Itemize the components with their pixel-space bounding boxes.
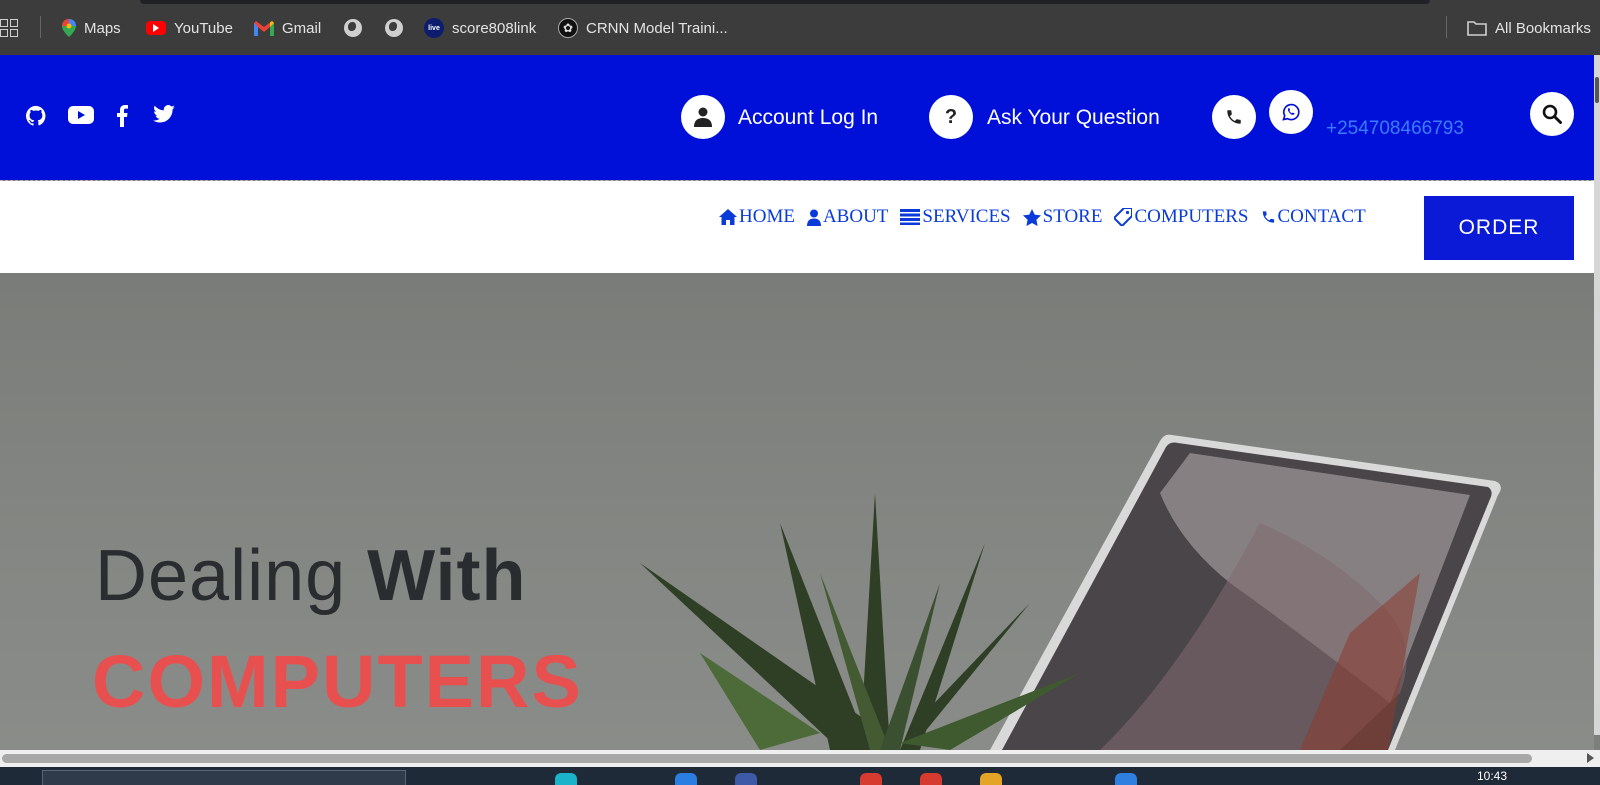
home-icon — [719, 209, 737, 225]
nav-label: COMPUTERS — [1134, 206, 1249, 227]
all-bookmarks-label: All Bookmarks — [1495, 19, 1591, 37]
site-top-bar: Account Log In ? Ask Your Question +2547… — [0, 55, 1594, 180]
bookmark-gmail[interactable]: Gmail — [254, 16, 321, 40]
taskbar-clock[interactable]: 10:43 — [1477, 769, 1507, 783]
server-icon — [900, 209, 921, 225]
nav-about[interactable]: ABOUT — [806, 206, 889, 228]
live-icon: live — [424, 18, 444, 38]
hero-heading-line2: COMPUTERS — [92, 640, 583, 723]
facebook-icon[interactable] — [115, 105, 128, 127]
nav-label: CONTACT — [1277, 206, 1366, 227]
bookmarks-separator — [1446, 16, 1447, 38]
nav-label: SERVICES — [922, 206, 1011, 227]
main-nav: HOME ABOUT SERVICES STORE COMPUTERS CONT… — [719, 206, 1366, 228]
star-icon — [1022, 208, 1041, 226]
nav-label: HOME — [739, 206, 795, 227]
hero-banner: Dealing With COMPUTERS — [0, 273, 1594, 750]
bookmark-maps[interactable]: Maps — [62, 16, 121, 40]
tab-strip-edge — [140, 0, 1430, 4]
horizontal-scrollbar[interactable] — [0, 750, 1600, 767]
account-icon[interactable] — [681, 95, 725, 139]
twitter-icon[interactable] — [153, 105, 175, 123]
apps-grid-icon[interactable] — [0, 19, 18, 37]
search-icon[interactable] — [1530, 92, 1574, 136]
taskbar-app-icon[interactable] — [675, 773, 697, 785]
os-taskbar: 10:43 — [0, 767, 1600, 785]
ask-question-link[interactable]: Ask Your Question — [987, 106, 1160, 130]
taskbar-search-box[interactable] — [42, 770, 406, 785]
folder-icon — [1467, 20, 1487, 36]
main-navbar: HOME ABOUT SERVICES STORE COMPUTERS CONT… — [0, 181, 1594, 273]
vertical-scrollbar[interactable] — [1594, 55, 1600, 735]
bookmarks-separator — [40, 16, 41, 38]
hero-heading-bold: With — [367, 536, 527, 616]
nav-label: ABOUT — [822, 206, 889, 227]
nav-label: STORE — [1042, 206, 1103, 227]
hero-heading-light: Dealing — [95, 536, 368, 616]
gmail-icon — [254, 20, 274, 36]
tag-icon — [1114, 208, 1133, 226]
taskbar-app-icon[interactable] — [860, 773, 882, 785]
globe-icon — [344, 19, 362, 37]
bookmark-label: score808link — [452, 19, 537, 37]
nav-home[interactable]: HOME — [719, 206, 795, 228]
github-icon[interactable] — [25, 105, 47, 127]
phone-icon[interactable] — [1212, 95, 1256, 139]
taskbar-app-icon[interactable] — [920, 773, 942, 785]
hero-heading-line1: Dealing With — [95, 535, 526, 617]
all-bookmarks-button[interactable]: All Bookmarks — [1467, 16, 1591, 40]
scrollbar-thumb[interactable] — [2, 754, 1532, 763]
bookmark-label: Maps — [84, 19, 121, 37]
bookmark-label: Gmail — [282, 19, 322, 37]
taskbar-app-icon[interactable] — [1115, 773, 1137, 785]
whatsapp-icon[interactable] — [1269, 90, 1313, 134]
bookmark-globe-1[interactable] — [344, 16, 362, 40]
bookmark-label: YouTube — [174, 19, 233, 37]
phone-number-link[interactable]: +254708466793 — [1326, 118, 1464, 140]
bookmark-score808link[interactable]: live score808link — [424, 16, 536, 40]
account-login-link[interactable]: Account Log In — [738, 106, 878, 130]
bookmark-label: CRNN Model Traini... — [586, 19, 728, 37]
nav-store[interactable]: STORE — [1022, 206, 1103, 228]
user-icon — [806, 209, 821, 226]
order-button[interactable]: ORDER — [1424, 196, 1574, 260]
question-icon[interactable]: ? — [929, 95, 973, 139]
taskbar-app-icon[interactable] — [555, 773, 577, 785]
bookmarks-bar: Maps YouTube Gmail live score808link ✿ C… — [0, 0, 1600, 55]
nav-computers[interactable]: COMPUTERS — [1114, 206, 1249, 228]
maps-pin-icon — [62, 19, 76, 37]
nav-contact[interactable]: CONTACT — [1261, 206, 1366, 228]
taskbar-app-icon[interactable] — [735, 773, 757, 785]
taskbar-app-icon[interactable] — [980, 773, 1002, 785]
globe-icon — [385, 19, 403, 37]
bookmark-globe-2[interactable] — [385, 16, 403, 40]
bookmark-youtube[interactable]: YouTube — [146, 16, 233, 40]
scroll-right-arrow-icon[interactable] — [1587, 753, 1594, 763]
nav-services[interactable]: SERVICES — [900, 206, 1011, 228]
youtube-icon[interactable] — [68, 105, 94, 125]
phone-icon — [1262, 211, 1274, 223]
bookmark-crnn-model[interactable]: ✿ CRNN Model Traini... — [558, 16, 728, 40]
chatgpt-icon: ✿ — [558, 18, 578, 38]
youtube-icon — [146, 21, 166, 35]
